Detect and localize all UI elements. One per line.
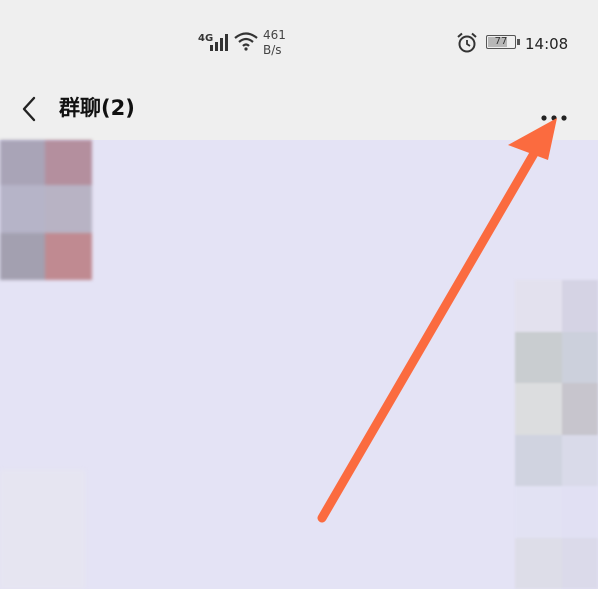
chevron-left-icon: [22, 96, 36, 122]
clock: 14:08: [525, 35, 569, 53]
title-bar: 群聊(2): [0, 78, 598, 140]
wifi-icon: [234, 32, 258, 51]
message-bubble[interactable]: [515, 280, 598, 589]
page-title: 群聊(2): [59, 96, 135, 120]
avatar[interactable]: [0, 140, 92, 280]
alarm-icon: [457, 32, 477, 53]
more-button[interactable]: [532, 90, 576, 126]
battery-icon: 77: [486, 35, 516, 49]
signal-icon: [210, 34, 228, 51]
network-speed: 461 B/s: [263, 28, 286, 57]
status-bar: 4G 461 B/s 77 14:08: [0, 0, 598, 78]
battery-tip: [517, 39, 520, 45]
back-button[interactable]: [10, 90, 48, 128]
more-dots-icon: [541, 115, 567, 121]
message-bubble[interactable]: [0, 470, 85, 589]
chat-area[interactable]: [0, 140, 598, 589]
battery-level: 77: [494, 36, 508, 47]
